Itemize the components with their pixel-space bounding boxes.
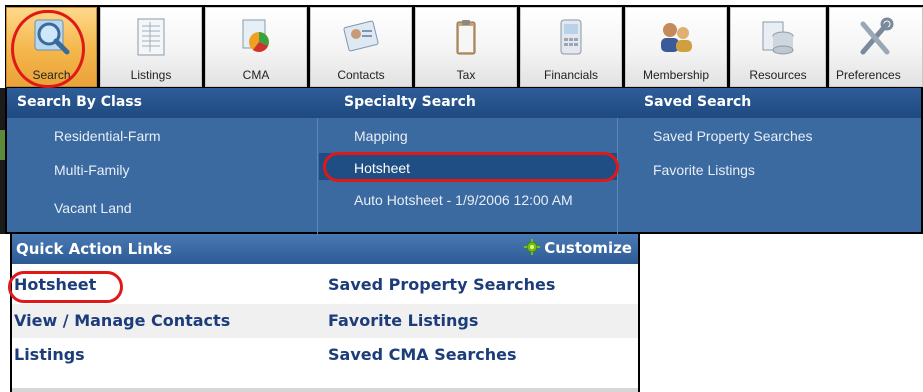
quick-action-row: View / Manage Contacts Favorite Listings [12, 304, 638, 338]
main-toolbar: Search Listings CMA Contacts Tax Financi… [5, 5, 923, 88]
menu-item-residential-farm[interactable]: Residential-Farm [54, 128, 161, 144]
quick-link-listings[interactable]: Listings [14, 345, 85, 364]
toolbar-tax-button[interactable]: Tax [415, 7, 517, 87]
toolbar-search-button[interactable]: Search [6, 7, 97, 88]
tax-icon [456, 20, 476, 55]
listings-icon [137, 18, 165, 56]
toolbar-listings-button[interactable]: Listings [100, 7, 202, 87]
panel-bottom-border [12, 388, 638, 392]
toolbar-preferences-label: Preferences [836, 68, 901, 82]
menu-item-hotsheet[interactable]: Hotsheet [354, 160, 410, 176]
toolbar-resources-label: Resources [749, 68, 807, 82]
quick-link-favorite-listings[interactable]: Favorite Listings [328, 311, 478, 330]
quick-action-header: Quick Action Links Customize [12, 234, 638, 264]
menu-column-divider [317, 118, 318, 234]
menu-heading-saved-search: Saved Search [644, 94, 752, 110]
toolbar-preferences-button[interactable]: Preferences [829, 7, 923, 87]
menu-item-favorite-listings[interactable]: Favorite Listings [653, 162, 755, 178]
contacts-icon [343, 20, 379, 52]
toolbar-tax-label: Tax [456, 68, 476, 82]
menu-item-saved-property-searches[interactable]: Saved Property Searches [653, 128, 813, 144]
quick-link-hotsheet[interactable]: Hotsheet [14, 275, 96, 294]
menu-item-vacant-land[interactable]: Vacant Land [54, 200, 132, 216]
quick-action-row: Listings Saved CMA Searches [12, 338, 638, 372]
cma-icon [242, 19, 269, 52]
toolbar-financials-button[interactable]: Financials [520, 7, 622, 87]
menu-item-auto-hotsheet[interactable]: Auto Hotsheet - 1/9/2006 12:00 AM [354, 192, 594, 208]
gear-icon [524, 239, 541, 255]
financials-icon [560, 19, 582, 55]
toolbar-financials-label: Financials [543, 68, 599, 82]
menu-item-multi-family[interactable]: Multi-Family [54, 162, 129, 178]
menu-header-bar: Search By Class Specialty Search Saved S… [7, 88, 921, 118]
resources-icon [762, 21, 794, 55]
toolbar-membership-label: Membership [642, 68, 710, 82]
menu-column-divider [617, 118, 618, 234]
toolbar-membership-button[interactable]: Membership [625, 7, 727, 87]
quick-action-links-panel: Quick Action Links Customize Hotsheet Sa… [8, 234, 640, 392]
customize-button[interactable]: Customize [524, 239, 632, 257]
preferences-icon [860, 17, 894, 55]
toolbar-cma-button[interactable]: CMA [205, 7, 307, 87]
menu-item-mapping[interactable]: Mapping [354, 128, 408, 144]
search-dropdown-menu: Search By Class Specialty Search Saved S… [5, 88, 923, 234]
quick-action-row: Hotsheet Saved Property Searches [12, 268, 638, 302]
quick-link-saved-cma-searches[interactable]: Saved CMA Searches [328, 345, 517, 364]
toolbar-cma-label: CMA [242, 68, 270, 82]
menu-heading-specialty-search: Specialty Search [344, 94, 476, 110]
toolbar-resources-button[interactable]: Resources [730, 7, 826, 87]
quick-link-saved-property-searches[interactable]: Saved Property Searches [328, 275, 555, 294]
menu-heading-search-by-class: Search By Class [17, 94, 142, 110]
membership-icon [661, 23, 692, 52]
quick-link-view-manage-contacts[interactable]: View / Manage Contacts [14, 311, 230, 330]
toolbar-listings-label: Listings [130, 68, 172, 82]
toolbar-contacts-label: Contacts [337, 68, 385, 82]
quick-action-title: Quick Action Links [16, 240, 172, 258]
customize-label: Customize [544, 239, 632, 257]
search-icon [34, 19, 69, 55]
toolbar-search-label: Search [32, 68, 71, 82]
toolbar-contacts-button[interactable]: Contacts [310, 7, 412, 87]
